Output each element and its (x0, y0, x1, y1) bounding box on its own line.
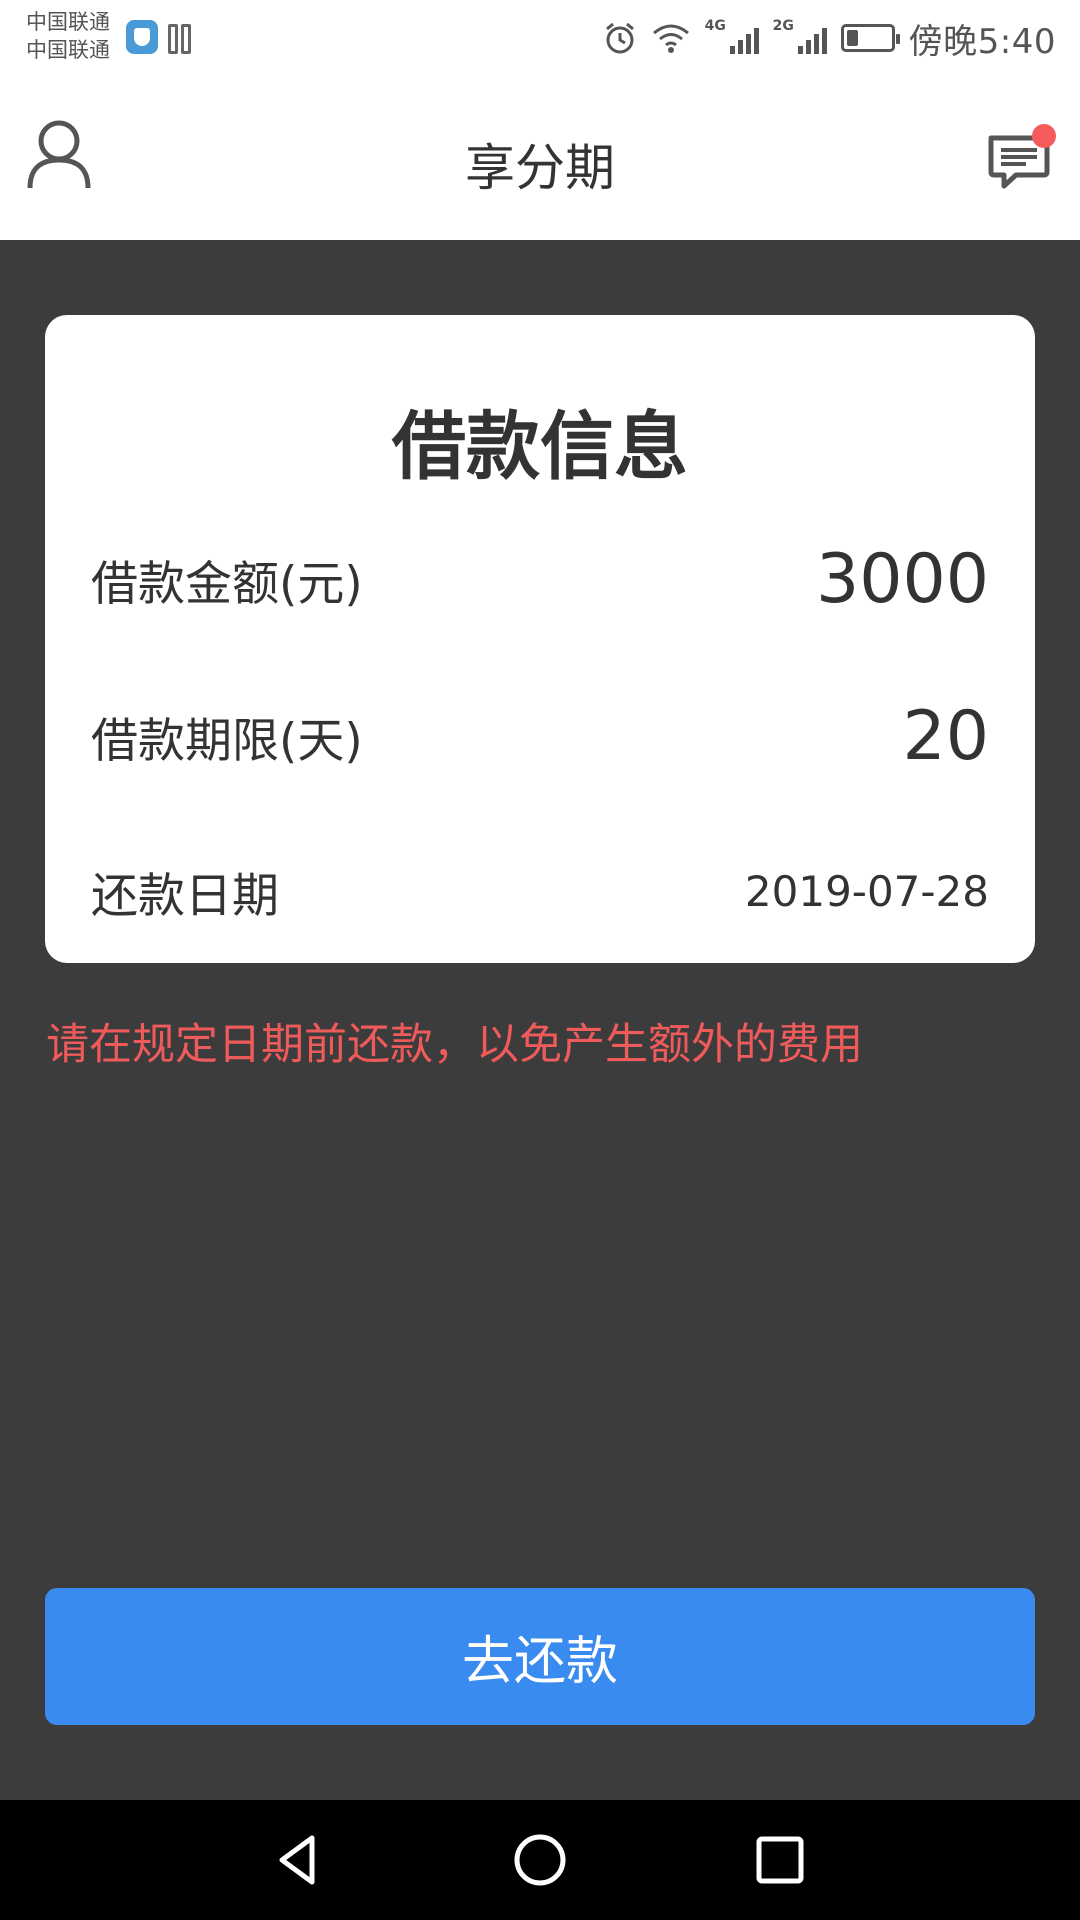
recents-icon[interactable] (750, 1830, 810, 1890)
network-tag-4g: 4G (704, 18, 726, 34)
repay-date-row: 还款日期 2019-07-28 (91, 857, 989, 926)
page-title: 享分期 (465, 139, 615, 197)
repay-date-value: 2019-07-28 (744, 867, 989, 916)
home-icon[interactable] (510, 1830, 570, 1890)
status-bar: 中国联通 中国联通 4G 2G 傍晚5:40 (0, 0, 1080, 76)
card-title: 借款信息 (392, 404, 688, 490)
back-icon[interactable] (268, 1830, 328, 1890)
notification-badge (1032, 124, 1056, 148)
network-tag-2g: 2G (772, 18, 794, 34)
carrier-2: 中国联通 (26, 38, 110, 62)
status-indicators: 4G 2G 傍晚5:40 (603, 14, 1056, 62)
book-app-icon (168, 20, 204, 54)
loan-amount-value: 3000 (815, 540, 989, 619)
battery-icon (840, 24, 900, 52)
battery-level (846, 30, 858, 46)
loan-term-value: 20 (902, 697, 989, 776)
repay-button[interactable]: 去还款 (45, 1588, 1035, 1725)
messages-button[interactable] (986, 124, 1056, 190)
shield-app-icon (126, 20, 158, 54)
status-time: 傍晚5:40 (908, 21, 1056, 62)
navigation-bar (0, 1800, 1080, 1920)
carrier-labels: 中国联通 中国联通 (26, 8, 110, 64)
app-header: 享分期 (0, 76, 1080, 240)
loan-term-label: 借款期限(天) (91, 714, 363, 769)
loan-info-card: 借款信息 借款金额(元) 3000 借款期限(天) 20 还款日期 2019-0… (45, 315, 1035, 963)
status-app-icons (126, 20, 204, 54)
loan-amount-row: 借款金额(元) 3000 (91, 540, 989, 619)
carrier-1: 中国联通 (26, 10, 110, 34)
loan-amount-label: 借款金额(元) (91, 557, 363, 612)
repay-date-label: 还款日期 (91, 869, 279, 924)
alarm-icon (605, 22, 634, 54)
repayment-notice: 请在规定日期前还款，以免产生额外的费用 (46, 1020, 863, 1070)
signal-2g-icon: 2G (772, 18, 827, 56)
loan-term-row: 借款期限(天) 20 (91, 697, 989, 776)
wifi-icon (652, 24, 689, 53)
signal-4g-icon: 4G (704, 18, 759, 56)
